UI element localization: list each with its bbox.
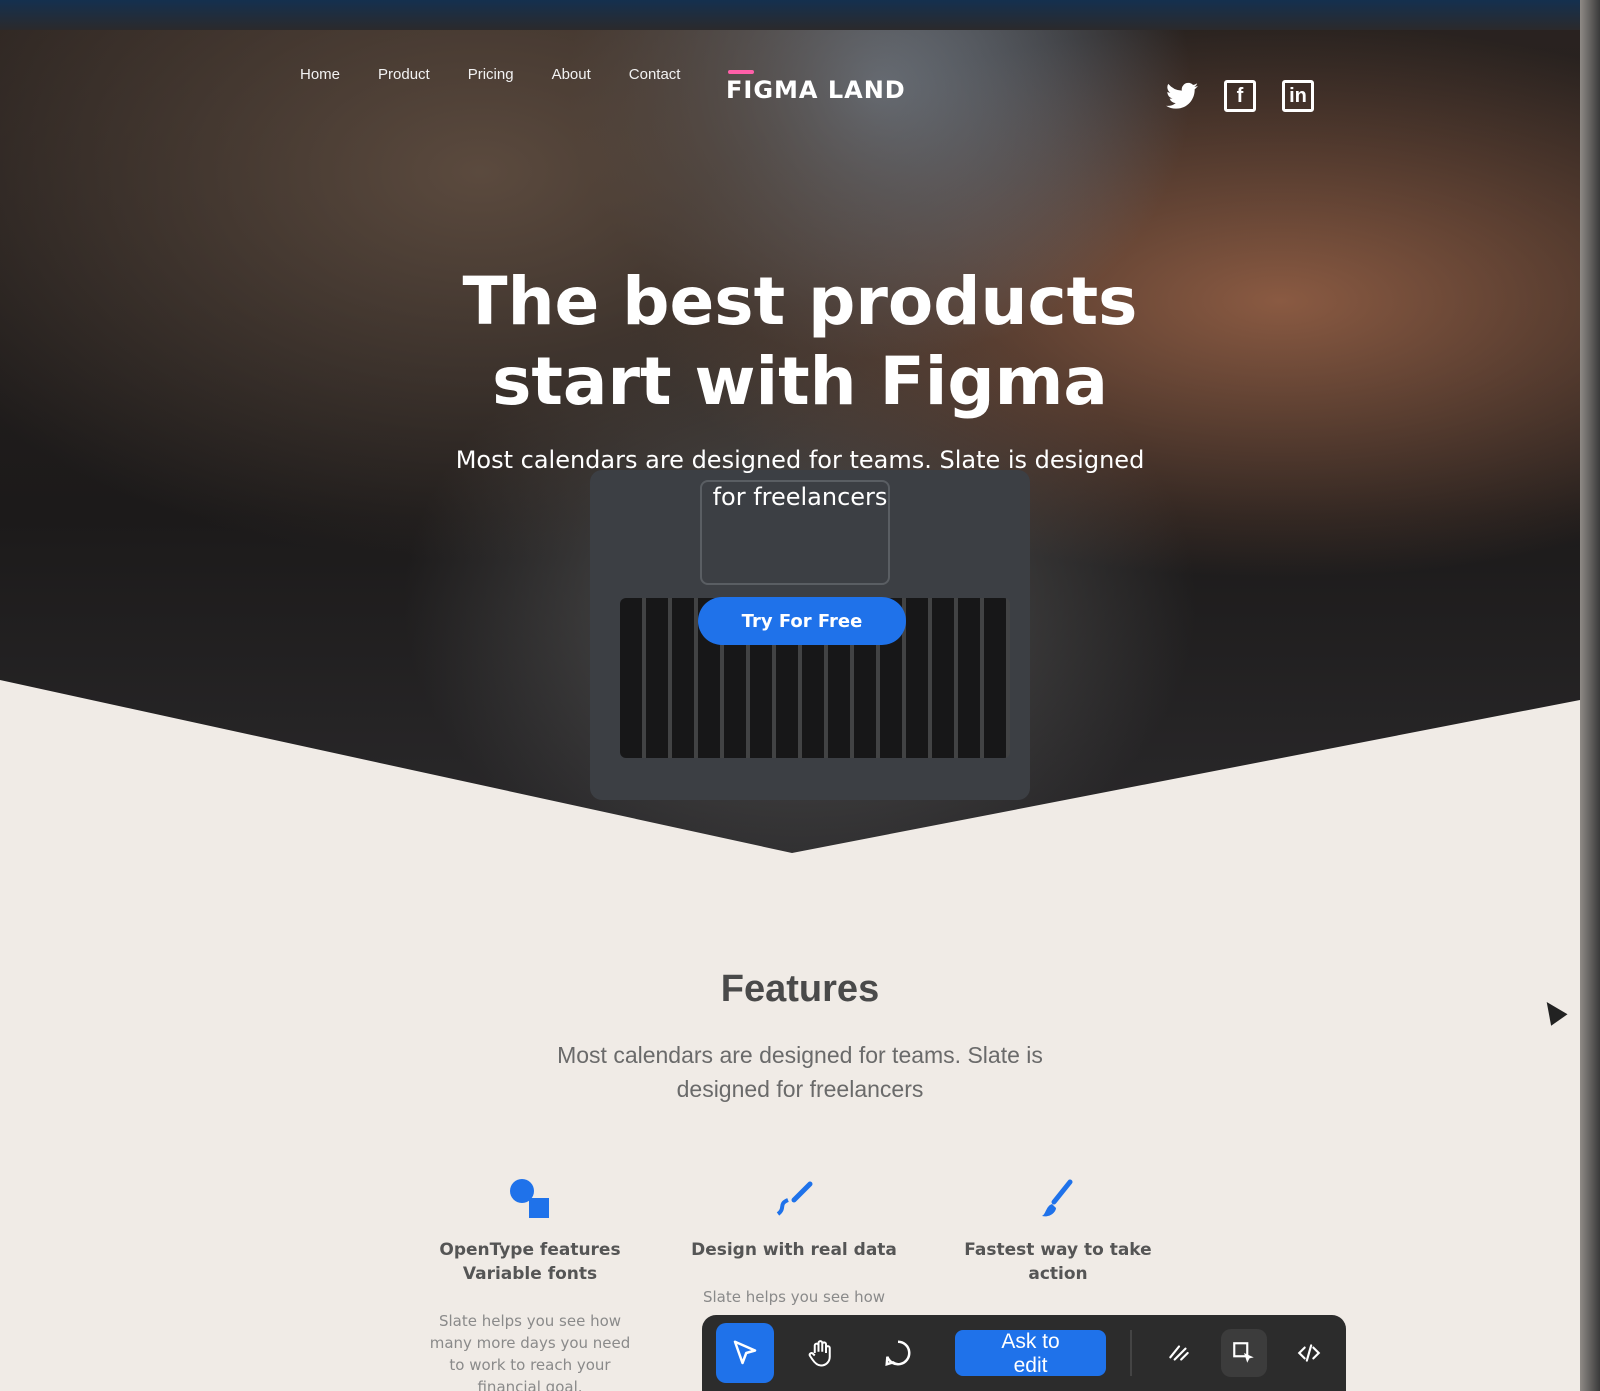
nav-contact[interactable]: Contact	[629, 66, 681, 83]
toolbar-divider	[1130, 1330, 1133, 1376]
nav-home[interactable]: Home	[300, 66, 340, 83]
hero-title: The best products start with Figma	[462, 263, 1138, 420]
feature-title: OpenType features Variable fonts	[439, 1240, 621, 1284]
social-links: f in	[1166, 80, 1314, 112]
component-select-icon-svg	[1233, 1342, 1254, 1363]
pen-draw-icon	[776, 1181, 813, 1216]
ask-to-edit-button[interactable]: Ask to edit	[954, 1330, 1107, 1377]
nav-pricing[interactable]: Pricing	[468, 66, 514, 83]
feature-body: Slate helps you see how many more days y…	[429, 1312, 631, 1391]
scribble-icon-svg	[1169, 1345, 1190, 1361]
scribble-icon[interactable]	[1156, 1329, 1203, 1377]
comment-icon-svg	[885, 1340, 911, 1366]
feature-body: Slate helps you see how	[702, 1288, 886, 1306]
component-select-icon[interactable]	[1220, 1329, 1268, 1377]
hand-icon-svg	[809, 1340, 832, 1367]
top-edge	[0, 0, 1600, 30]
site-logo[interactable]: FIGMA LAND	[726, 76, 906, 104]
comment-icon[interactable]	[869, 1323, 927, 1383]
feature-card-real-data: Design with real data Slate helps you se…	[684, 1178, 904, 1308]
twitter-icon[interactable]	[1166, 80, 1198, 112]
linkedin-icon[interactable]: in	[1282, 80, 1314, 112]
move-icon[interactable]	[716, 1323, 775, 1383]
feature-title: Fastest way to take action	[964, 1240, 1152, 1284]
hand-icon[interactable]	[792, 1323, 850, 1383]
move-icon-svg	[733, 1340, 757, 1365]
code-icon-svg	[1297, 1344, 1320, 1362]
hero-section	[0, 0, 1600, 860]
features-subtitle: Most calendars are designed for teams. S…	[557, 1042, 1043, 1102]
try-for-free-button[interactable]: Try For Free	[698, 597, 906, 645]
brush-icon	[1042, 1179, 1073, 1217]
features-title: Features	[720, 968, 880, 1010]
feature-title: Design with real data	[691, 1240, 897, 1260]
nav-about[interactable]: About	[552, 66, 591, 83]
facebook-icon[interactable]: f	[1224, 80, 1256, 112]
editor-toolbar: Ask to edit	[702, 1315, 1346, 1391]
shapes-icon	[510, 1179, 549, 1218]
screen-bezel	[1580, 0, 1600, 1391]
code-icon[interactable]	[1285, 1329, 1332, 1377]
logo-accent-bar	[728, 70, 754, 74]
nav-product[interactable]: Product	[378, 66, 430, 83]
feature-card-opentype: OpenType features Variable fonts Slate h…	[420, 1178, 640, 1391]
twitter-icon-svg	[1166, 82, 1198, 109]
main-nav: Home Product Pricing About Contact	[300, 66, 680, 83]
feature-card-fastest: Fastest way to take action	[948, 1178, 1168, 1310]
hero-subtitle: Most calendars are designed for teams. S…	[455, 446, 1145, 511]
